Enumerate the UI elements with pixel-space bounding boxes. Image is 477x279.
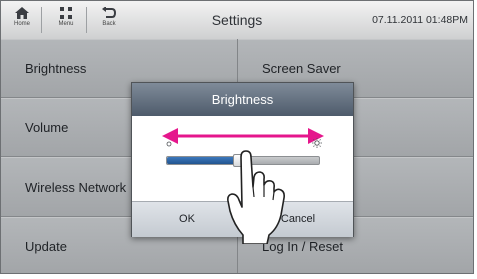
double-arrow-icon [162, 128, 324, 144]
brightness-low-icon [166, 141, 172, 147]
device-screen: Home Menu Back Settings 07.11.2011 01:48… [0, 0, 474, 274]
touch-hand-icon [227, 150, 285, 244]
brightness-high-icon [312, 138, 322, 148]
dialog-title: Brightness [132, 83, 353, 116]
datetime-display: 07.11.2011 01:48PM [372, 14, 468, 26]
top-bar: Home Menu Back Settings 07.11.2011 01:48… [1, 1, 473, 40]
